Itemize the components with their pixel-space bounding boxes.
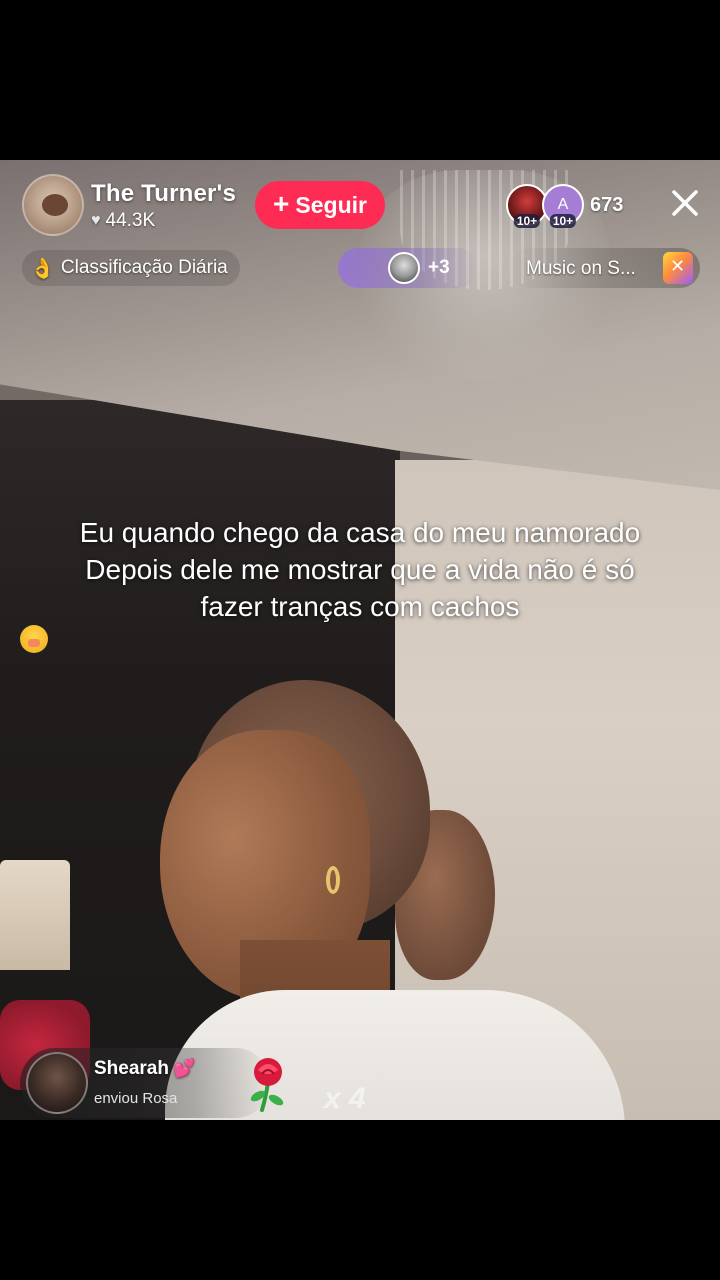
likes-value: 44.3K [105, 210, 156, 231]
flame-icon: 👌 [30, 257, 55, 280]
close-icon[interactable] [668, 186, 702, 220]
rank-badge: 10+ [549, 214, 577, 228]
top-viewers[interactable]: 10+ A 10+ [506, 184, 586, 228]
caption-line-3: fazer tranças com cachos [200, 591, 520, 622]
caption-line-2: Depois dele me mostrar que a vida não é … [85, 554, 635, 585]
music-button[interactable]: Music on S... [510, 248, 700, 288]
gift-count: x 4 [324, 1082, 366, 1115]
heart-icon: ♥ [91, 212, 101, 229]
video-caption: Eu quando chego da casa do meu namorado … [20, 514, 700, 653]
guests-button[interactable]: +3 [338, 248, 478, 288]
gifter-name: Shearah 💕 [94, 1058, 195, 1080]
emoji-icon [20, 625, 48, 653]
daily-ranking-button[interactable]: 👌 Classificação Diária [22, 250, 240, 286]
viewer-avatar[interactable]: A 10+ [542, 184, 584, 228]
viewer-count[interactable]: 673 [590, 194, 623, 217]
gift-notification: Shearah 💕 enviou Rosa [20, 1048, 270, 1118]
ranking-label: Classificação Diária [60, 257, 228, 278]
follow-button[interactable]: + Seguir [255, 181, 385, 229]
likes-count: ♥ 44.3K [91, 210, 155, 232]
earring [326, 866, 340, 894]
live-header: The Turner's ♥ 44.3K + Seguir 10+ A 10+ … [0, 172, 720, 242]
caption-line-1: Eu quando chego da casa do meu namorado [79, 517, 641, 548]
guest-avatar [388, 252, 420, 284]
follow-label: Seguir [295, 191, 367, 218]
rank-badge: 10+ [513, 214, 541, 228]
host-avatar[interactable] [22, 174, 84, 236]
caption-line-3-wrap: fazer tranças com cachos [20, 588, 700, 653]
music-label: Music on S... [526, 258, 636, 279]
plus-icon: + [273, 188, 290, 219]
lamp [0, 860, 70, 970]
gifter-avatar[interactable] [26, 1052, 88, 1114]
music-box-icon [663, 252, 693, 284]
viewer-initial: A [557, 196, 569, 213]
guest-count: +3 [428, 257, 450, 278]
gift-action: enviou Rosa [94, 1090, 178, 1107]
host-name[interactable]: The Turner's [91, 180, 236, 208]
rose-icon [250, 1058, 284, 1112]
gifter-name-text: Shearah [94, 1058, 169, 1079]
gift-heart-icon: 💕 [172, 1058, 196, 1078]
